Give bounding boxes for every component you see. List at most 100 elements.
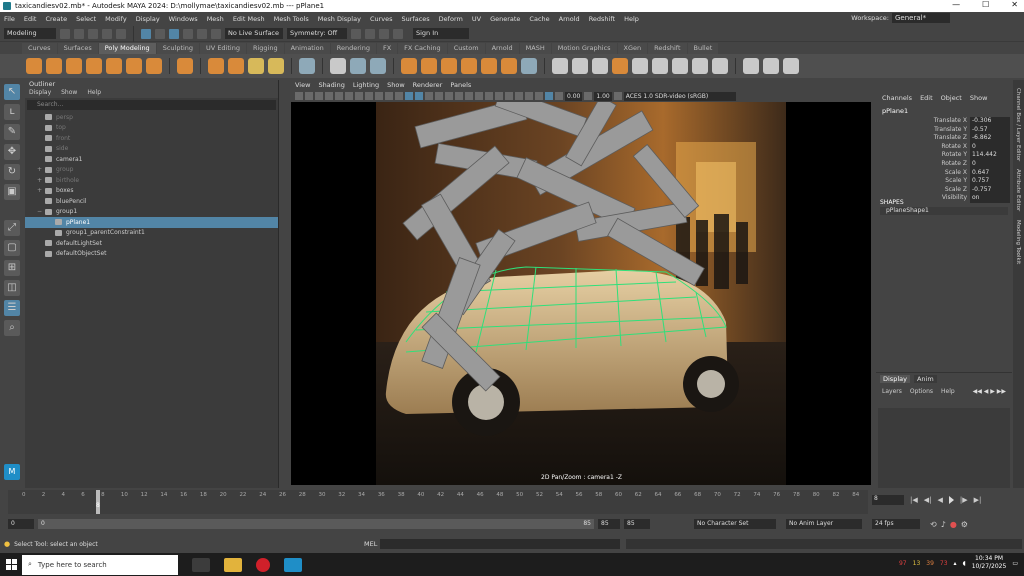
file-explorer-icon[interactable] bbox=[224, 557, 242, 572]
edge-loop-icon[interactable] bbox=[632, 58, 648, 74]
channel-row[interactable]: Rotate Z0 bbox=[876, 159, 1012, 169]
poly-cube-icon[interactable] bbox=[46, 58, 62, 74]
poly-disc-icon[interactable] bbox=[146, 58, 162, 74]
outliner-item-defaultobjectset[interactable]: defaultObjectSet bbox=[37, 249, 278, 260]
expand-toggle-icon[interactable]: + bbox=[37, 166, 45, 173]
outliner-menu-display[interactable]: Display bbox=[29, 89, 51, 98]
single-view-icon[interactable]: ▢ bbox=[4, 240, 20, 256]
extrude-icon[interactable] bbox=[421, 58, 437, 74]
channel-row[interactable]: Scale Y 0.757 bbox=[876, 177, 1012, 186]
slide-edge-icon[interactable] bbox=[692, 58, 708, 74]
rotate-tool-icon[interactable]: ↻ bbox=[4, 164, 20, 180]
expand-toggle-icon[interactable]: + bbox=[37, 187, 45, 194]
shelf-tab-poly-modeling[interactable]: Poly Modeling bbox=[98, 43, 156, 54]
insert-loop-icon[interactable] bbox=[652, 58, 668, 74]
menu-generate[interactable]: Generate bbox=[490, 15, 520, 23]
menu-surfaces[interactable]: Surfaces bbox=[402, 15, 430, 23]
channel-value-field[interactable]: -0.306 bbox=[970, 117, 1010, 126]
auto-key-icon[interactable]: ● bbox=[950, 520, 957, 529]
taskbar-clock[interactable]: 10:34 PM 10/27/2025 bbox=[972, 555, 1007, 571]
preferences-icon[interactable]: ⚙ bbox=[961, 520, 968, 529]
channel-row[interactable]: Translate Y -0.57 bbox=[876, 125, 1012, 135]
channel-value-field[interactable]: 0.647 bbox=[970, 168, 1010, 178]
go-to-end-icon[interactable]: ▶| bbox=[974, 496, 982, 504]
boolean-icon[interactable] bbox=[401, 58, 417, 74]
outliner-item-top[interactable]: top bbox=[37, 123, 278, 134]
menu-curves[interactable]: Curves bbox=[370, 15, 393, 23]
channel-value-field[interactable]: -0.757 bbox=[970, 185, 1010, 195]
snap-grid-icon[interactable] bbox=[183, 28, 193, 39]
outliner-persp-icon[interactable]: ☰ bbox=[4, 300, 20, 316]
poly-sphere-icon[interactable] bbox=[26, 58, 42, 74]
select-hierarchy-icon[interactable] bbox=[141, 28, 151, 39]
poly-cone-icon[interactable] bbox=[86, 58, 102, 74]
anim-layer-dropdown[interactable]: No Anim Layer bbox=[786, 519, 862, 529]
image-plane-icon[interactable] bbox=[325, 92, 333, 100]
bevel-icon[interactable] bbox=[461, 58, 477, 74]
shelf-tab-rendering[interactable]: Rendering bbox=[330, 43, 376, 54]
channel-edit-menu[interactable]: Edit bbox=[920, 94, 933, 102]
menu-edit[interactable]: Edit bbox=[24, 15, 37, 23]
menu-mesh-tools[interactable]: Mesh Tools bbox=[274, 15, 309, 23]
default-material-icon[interactable] bbox=[425, 92, 433, 100]
shadows-icon[interactable] bbox=[465, 92, 473, 100]
menu-windows[interactable]: Windows bbox=[169, 15, 198, 23]
menu-modify[interactable]: Modify bbox=[105, 15, 127, 23]
menu-create[interactable]: Create bbox=[45, 15, 67, 23]
audio-icon[interactable]: ♪ bbox=[941, 520, 946, 529]
outliner-search-input[interactable]: Search... bbox=[27, 100, 276, 110]
tab-display[interactable]: Display bbox=[880, 375, 910, 383]
current-frame-field[interactable]: 8 bbox=[872, 495, 904, 505]
resolution-gate-icon[interactable] bbox=[355, 92, 363, 100]
redo-icon[interactable] bbox=[116, 28, 126, 39]
curve-tool-icon[interactable] bbox=[228, 58, 244, 74]
show-manipulator-icon[interactable]: ⤢ bbox=[4, 220, 20, 236]
target-weld-icon[interactable] bbox=[572, 58, 588, 74]
gamma-field[interactable]: 1.00 bbox=[594, 91, 612, 101]
viewport-menu-show[interactable]: Show bbox=[387, 80, 405, 90]
grid-icon[interactable] bbox=[335, 92, 343, 100]
expand-toggle-icon[interactable]: − bbox=[37, 208, 45, 215]
ipr-render-icon[interactable] bbox=[379, 28, 389, 39]
taskbar-search-box[interactable]: ⌕ Type here to search bbox=[22, 554, 178, 575]
shelf-tab-animation[interactable]: Animation bbox=[284, 43, 330, 54]
pencil-icon[interactable] bbox=[743, 58, 759, 74]
loop-icon[interactable]: ⟲ bbox=[930, 520, 937, 529]
film-gate-icon[interactable] bbox=[345, 92, 353, 100]
channel-value-field[interactable]: 0.757 bbox=[970, 177, 1010, 186]
notifications-icon[interactable]: ▭ bbox=[1012, 560, 1018, 567]
bridge-icon[interactable] bbox=[441, 58, 457, 74]
super-shape-icon[interactable] bbox=[177, 58, 193, 74]
channel-value-field[interactable]: -6.862 bbox=[970, 134, 1010, 143]
channel-show-menu[interactable]: Show bbox=[970, 94, 988, 102]
menu-display[interactable]: Display bbox=[136, 15, 160, 23]
viewport-menu-shading[interactable]: Shading bbox=[318, 80, 344, 90]
shape-node-item[interactable]: pPlaneShape1 bbox=[880, 207, 1008, 215]
new-scene-icon[interactable] bbox=[60, 28, 70, 39]
textured-icon[interactable] bbox=[445, 92, 453, 100]
two-view-icon[interactable]: ◫ bbox=[4, 280, 20, 296]
maximize-button[interactable]: ☐ bbox=[982, 0, 989, 9]
sweep-mesh-icon[interactable] bbox=[208, 58, 224, 74]
exposure-icon[interactable] bbox=[555, 92, 563, 100]
channel-value-field[interactable]: 114.442 bbox=[970, 151, 1010, 160]
channel-value-field[interactable]: -0.57 bbox=[970, 125, 1010, 135]
render-icon[interactable] bbox=[365, 28, 375, 39]
sign-in-button[interactable]: Sign In bbox=[413, 28, 469, 39]
channels-menu[interactable]: Channels bbox=[882, 94, 912, 102]
xray-joints-icon[interactable] bbox=[535, 92, 543, 100]
safe-action-icon[interactable] bbox=[385, 92, 393, 100]
play-forwards-icon[interactable] bbox=[948, 496, 954, 504]
brush-icon[interactable] bbox=[763, 58, 779, 74]
channel-row[interactable]: Scale X 0.647 bbox=[876, 168, 1012, 178]
menu-uv[interactable]: UV bbox=[472, 15, 481, 23]
sidetab-modeling-toolkit[interactable]: Modeling Toolkit bbox=[1015, 220, 1021, 264]
play-backwards-icon[interactable]: ◀ bbox=[938, 496, 943, 504]
poke-icon[interactable] bbox=[712, 58, 728, 74]
camera-attributes-icon[interactable] bbox=[305, 92, 313, 100]
sidetab-attribute-editor[interactable]: Attribute Editor bbox=[1015, 169, 1021, 211]
select-object-icon[interactable] bbox=[155, 28, 165, 39]
channel-row[interactable]: Scale Z -0.757 bbox=[876, 185, 1012, 195]
animation-start-field[interactable]: 0 bbox=[8, 519, 34, 529]
xray-icon[interactable] bbox=[525, 92, 533, 100]
